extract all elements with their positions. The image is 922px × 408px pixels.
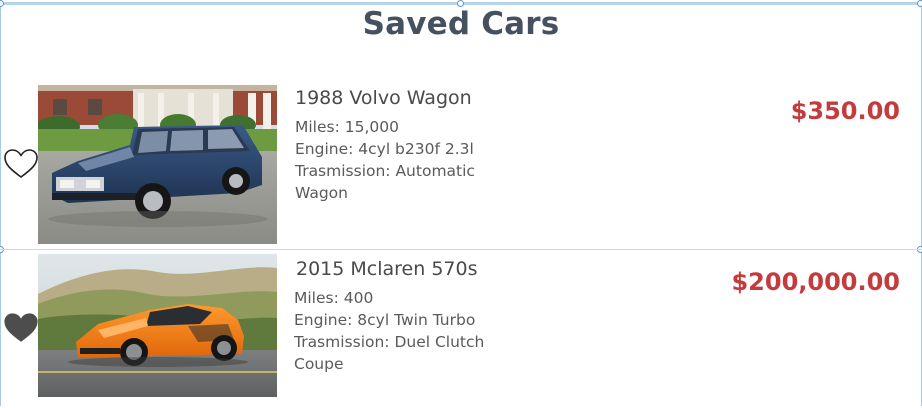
row-divider <box>0 249 922 250</box>
car-photo[interactable] <box>38 85 277 244</box>
heart-icon[interactable] <box>3 148 39 180</box>
car-engine: Engine: 4cyl b230f 2.3l <box>295 140 474 158</box>
car-engine: Engine: 8cyl Twin Turbo <box>294 311 476 329</box>
car-photo[interactable] <box>38 254 277 397</box>
car-listing[interactable]: 2015 Mclaren 570s Miles: 400 Engine: 8cy… <box>0 254 922 397</box>
car-details: 2015 Mclaren 570s Miles: 400 Engine: 8cy… <box>294 258 485 375</box>
car-transmission: Trasmission: Automatic <box>295 162 475 180</box>
car-price: $200,000.00 <box>731 268 900 296</box>
car-name[interactable]: 2015 Mclaren 570s <box>296 258 484 280</box>
car-price: $350.00 <box>790 97 900 125</box>
car-transmission: Trasmission: Duel Clutch <box>294 333 485 351</box>
heart-icon[interactable] <box>3 312 39 344</box>
car-miles: Miles: 15,000 <box>295 118 399 136</box>
car-body-type: Coupe <box>294 355 344 373</box>
car-listing[interactable]: 1988 Volvo Wagon Miles: 15,000 Engine: 4… <box>0 85 922 245</box>
car-details: 1988 Volvo Wagon Miles: 15,000 Engine: 4… <box>295 87 475 204</box>
car-miles: Miles: 400 <box>294 289 374 307</box>
page-title: Saved Cars <box>362 6 560 42</box>
car-body-type: Wagon <box>295 184 348 202</box>
car-name[interactable]: 1988 Volvo Wagon <box>295 87 475 109</box>
